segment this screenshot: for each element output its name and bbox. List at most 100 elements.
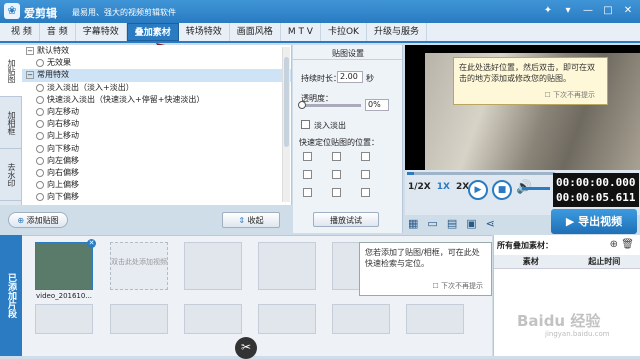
tab-upgrade-service[interactable]: 升级与服务	[367, 23, 427, 41]
collapse-icon[interactable]: −	[26, 71, 34, 79]
remove-clip-icon[interactable]: ✕	[87, 239, 96, 248]
tree-item[interactable]: 向上移动	[22, 130, 291, 142]
radio-icon[interactable]	[36, 96, 44, 104]
side-tab-remove-watermark[interactable]: 去水印	[0, 149, 22, 201]
tab-subtitle-effects[interactable]: 字幕特效	[76, 23, 127, 41]
radio-icon[interactable]	[36, 169, 44, 177]
slider-thumb[interactable]	[298, 101, 306, 109]
tab-overlay-material[interactable]: 叠加素材	[127, 23, 179, 41]
position-middle-left[interactable]	[303, 170, 312, 179]
player-tip-text: 在此处选好位置，然后双击，即可在双击的地方添加或修改您的贴图。	[459, 63, 595, 83]
tree-item[interactable]: 向左偏移	[22, 155, 291, 167]
speed-normal[interactable]: 1X	[437, 182, 450, 192]
duration-label: 持续时长：	[301, 73, 341, 84]
position-bottom-left[interactable]	[303, 188, 312, 197]
tree-item-label: 向下偏移	[47, 191, 79, 203]
radio-icon[interactable]	[36, 157, 44, 165]
side-tab-frame[interactable]: 加相框	[0, 97, 22, 149]
add-sticker-label: 添加贴图	[27, 216, 59, 225]
radio-icon[interactable]	[36, 84, 44, 92]
position-bottom-right[interactable]	[361, 188, 370, 197]
radio-icon[interactable]	[36, 59, 44, 67]
timeline-tip-no-more[interactable]: ☐ 下次不再提示	[432, 281, 483, 292]
progress-bar[interactable]	[407, 172, 555, 175]
position-top-center[interactable]	[332, 152, 341, 161]
tab-video[interactable]: 视 频	[4, 23, 40, 41]
tree-item[interactable]: 快速淡入淡出（快速淡入+停留+快速淡出）	[22, 94, 291, 106]
radio-icon[interactable]	[36, 181, 44, 189]
volume-slider[interactable]	[522, 187, 550, 190]
skin-icon[interactable]: ✦	[540, 3, 556, 18]
side-tab-sticker[interactable]: 加贴图	[0, 45, 22, 97]
tree-item[interactable]: 向左移动	[22, 106, 291, 118]
tree-item[interactable]: 淡入淡出（淡入+淡出）	[22, 82, 291, 94]
stop-icon[interactable]: ■	[492, 180, 512, 200]
tree-item[interactable]: 向下移动	[22, 143, 291, 155]
opacity-slider[interactable]	[301, 104, 361, 107]
tree-group-label: 默认特效	[37, 45, 69, 57]
video-clip[interactable]: ✕ video_201610...	[35, 242, 93, 290]
add-video-placeholder[interactable]: 双击此处添加视频	[110, 242, 168, 290]
total-time: 00:00:05.611	[556, 190, 636, 205]
collapse-icon: ⇕	[238, 216, 247, 225]
speed-half[interactable]: 1/2X	[408, 182, 431, 192]
current-time: 00:00:00.000	[556, 175, 636, 190]
radio-icon[interactable]	[36, 108, 44, 116]
position-top-right[interactable]	[361, 152, 370, 161]
app-logo-icon: ❀	[4, 3, 20, 19]
position-middle-right[interactable]	[361, 170, 370, 179]
tree-item[interactable]: 向右移动	[22, 118, 291, 130]
share-icon[interactable]: ⋖	[486, 217, 495, 230]
preview-button[interactable]: 播放试试	[313, 212, 379, 227]
tree-item-label: 向上偏移	[47, 179, 79, 191]
close-icon[interactable]: ✕	[620, 3, 636, 18]
trash-icon[interactable]: 🗑	[621, 239, 634, 250]
collapse-icon[interactable]: −	[26, 47, 34, 55]
radio-icon[interactable]	[36, 193, 44, 201]
position-bottom-center[interactable]	[332, 188, 341, 197]
audio-slot	[184, 304, 242, 334]
maximize-icon[interactable]: □	[600, 3, 616, 18]
tab-karaoke[interactable]: 卡拉OK	[321, 23, 367, 41]
export-video-button[interactable]: ▶ 导出视频	[551, 209, 637, 234]
position-label: 快速定位贴图的位置：	[299, 137, 379, 148]
collapse-button[interactable]: ⇕ 收起	[222, 212, 280, 228]
play-icon[interactable]: ▶	[468, 180, 488, 200]
film-icon[interactable]: ▦	[408, 217, 418, 230]
scrollbar-thumb[interactable]	[284, 57, 289, 147]
radio-icon[interactable]	[36, 145, 44, 153]
tree-group-common[interactable]: −常用特效	[22, 69, 291, 81]
folder-icon[interactable]: ▤	[447, 217, 457, 230]
main-tab-bar: 视 频 音 频 字幕特效 叠加素材 转场特效 画面风格 M T V 卡拉OK 升…	[0, 23, 640, 43]
tree-item[interactable]: 无效果	[22, 57, 291, 69]
column-material: 素材	[494, 255, 568, 268]
fade-checkbox[interactable]	[301, 120, 310, 129]
radio-icon[interactable]	[36, 132, 44, 140]
position-top-left[interactable]	[303, 152, 312, 161]
menu-icon[interactable]: ▾	[560, 3, 576, 18]
baidu-url: jingyan.baidu.com	[545, 330, 610, 338]
time-display: 00:00:00.000 00:00:05.611	[553, 173, 639, 207]
back-icon[interactable]: ⊕	[610, 239, 618, 250]
tree-item-label: 向上移动	[47, 130, 79, 142]
tab-picture-style[interactable]: 画面风格	[230, 23, 281, 41]
position-center[interactable]	[332, 170, 341, 179]
tree-scrollbar[interactable]	[282, 47, 290, 202]
add-sticker-button[interactable]: ⊕ 添加贴图	[8, 212, 68, 228]
radio-icon[interactable]	[36, 120, 44, 128]
tab-mtv[interactable]: M T V	[281, 23, 321, 41]
tab-audio[interactable]: 音 频	[40, 23, 76, 41]
tree-item[interactable]: 向上偏移	[22, 179, 291, 191]
save-icon[interactable]: ▣	[466, 217, 476, 230]
tree-item-label: 向右移动	[47, 118, 79, 130]
player-tip-no-more[interactable]: ☐ 下次不再提示	[544, 90, 595, 101]
minimize-icon[interactable]: —	[580, 3, 596, 18]
tab-transition-effects[interactable]: 转场特效	[179, 23, 230, 41]
opacity-input[interactable]: 0%	[365, 99, 389, 111]
tree-item[interactable]: 向下偏移	[22, 191, 291, 203]
tree-group-default[interactable]: −默认特效	[22, 45, 291, 57]
effect-tree: −默认特效 无效果 −常用特效 淡入淡出（淡入+淡出） 快速淡入淡出（快速淡入+…	[22, 45, 292, 205]
duration-input[interactable]: 2.00	[337, 71, 363, 83]
folder-open-icon[interactable]: ▭	[427, 217, 437, 230]
tree-item[interactable]: 向右偏移	[22, 167, 291, 179]
